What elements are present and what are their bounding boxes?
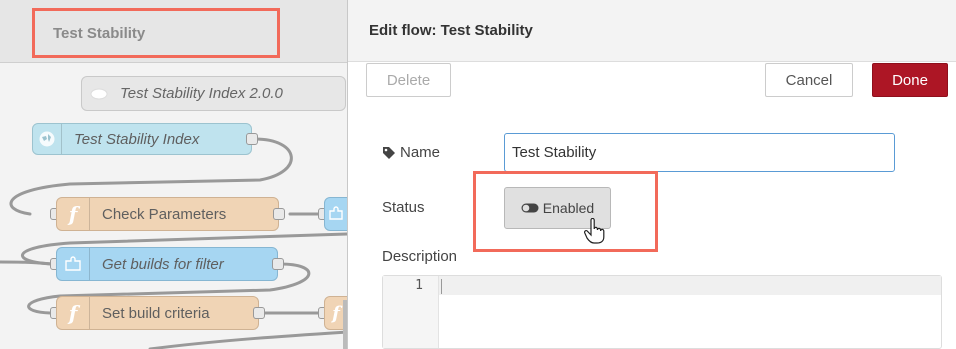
- node-label: Get builds for filter: [102, 255, 224, 273]
- status-highlight-box: [473, 171, 658, 252]
- node-label: Test Stability Index: [74, 130, 200, 148]
- editor-caret: [441, 279, 442, 294]
- puzzle-icon: [325, 198, 347, 230]
- node-test-stability-index-template[interactable]: Test Stability Index 2.0.0: [81, 76, 346, 111]
- puzzle-icon: [57, 248, 90, 280]
- node-output-port[interactable]: [273, 208, 285, 220]
- node-output-port[interactable]: [246, 133, 258, 145]
- node-label: Check Parameters: [102, 205, 227, 223]
- done-button[interactable]: Done: [872, 63, 948, 97]
- tag-icon: [383, 146, 395, 159]
- node-label: Set build criteria: [102, 304, 210, 322]
- tray-title: Edit flow: Test Stability: [348, 0, 956, 62]
- editor-active-line: [383, 276, 941, 295]
- name-label-row: Name: [382, 144, 440, 161]
- name-input[interactable]: [504, 133, 895, 172]
- node-partial-subflow[interactable]: [324, 197, 347, 231]
- status-label: Status: [382, 199, 425, 216]
- cancel-button[interactable]: Cancel: [765, 63, 853, 97]
- delete-button[interactable]: Delete: [366, 63, 451, 97]
- node-output-port[interactable]: [272, 258, 284, 270]
- node-label: Test Stability Index 2.0.0: [120, 85, 283, 102]
- description-editor[interactable]: 1: [382, 275, 942, 349]
- function-icon: f: [57, 297, 90, 329]
- node-output-port[interactable]: [253, 307, 265, 319]
- hand-pointer-icon: [584, 218, 605, 244]
- wire: [148, 330, 347, 349]
- globe-icon: [33, 124, 62, 154]
- node-set-build-criteria[interactable]: f Set build criteria: [56, 296, 259, 330]
- workspace-panel: Test Stability Test Stability Index 2.0.…: [0, 0, 347, 349]
- wire: [0, 260, 54, 266]
- node-check-parameters[interactable]: f Check Parameters: [56, 197, 279, 231]
- edit-flow-tray: Edit flow: Test Stability Delete Cancel …: [347, 0, 956, 349]
- editor-line-number: 1: [415, 278, 423, 293]
- node-get-builds-for-filter[interactable]: Get builds for filter: [56, 247, 278, 281]
- name-label: Name: [400, 144, 441, 161]
- description-label: Description: [382, 248, 458, 265]
- node-test-stability-index[interactable]: Test Stability Index: [32, 123, 252, 155]
- function-icon: f: [57, 198, 90, 230]
- subflow-icon: [82, 77, 116, 110]
